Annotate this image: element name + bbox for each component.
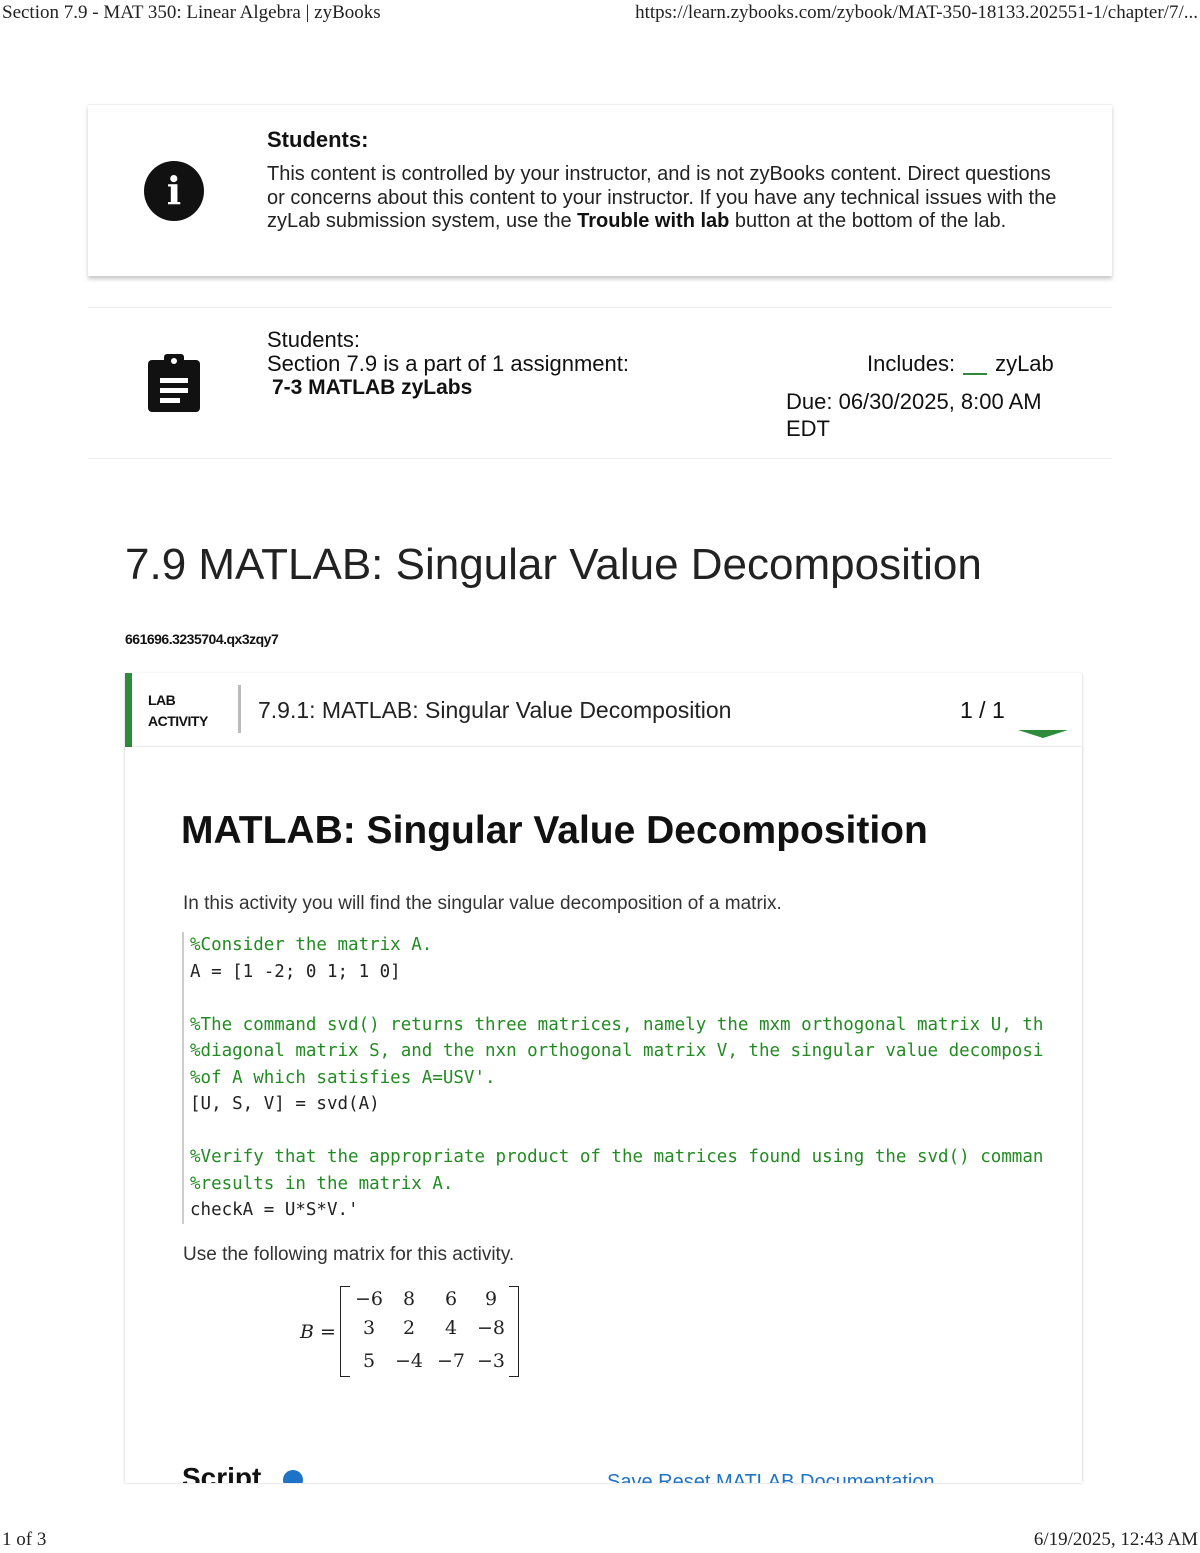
code-line: [U, S, V] = svd(A) [190, 1094, 380, 1114]
code-line-comment: %Verify that the appropriate product of … [190, 1147, 1044, 1167]
assignment-section-text: Section 7.9 is a part of 1 assignment: [267, 351, 629, 376]
instructor-notice-card: i Students: This content is controlled b… [88, 104, 1112, 276]
lab-tag-line-1: LAB [148, 692, 176, 708]
code-line: checkA = U*S*V.' [190, 1200, 359, 1220]
matrix-cell: 5 [362, 1350, 376, 1372]
chevron-down-icon[interactable] [1018, 730, 1068, 738]
help-icon[interactable] [283, 1470, 303, 1483]
lab-activity-body: MATLAB: Singular Value Decomposition In … [125, 747, 1082, 1483]
lab-intro-text: In this activity you will find the singu… [183, 893, 782, 914]
code-line-comment: %Consider the matrix A. [190, 935, 433, 955]
lab-heading: MATLAB: Singular Value Decomposition [181, 809, 928, 852]
matrix-label: B = [300, 1321, 336, 1343]
matlab-code-block: %Consider the matrix A. A = [1 -2; 0 1; 1… [182, 932, 1082, 1224]
code-line: A = [1 -2; 0 1; 1 0] [190, 961, 401, 982]
matrix-cell: 3 [362, 1317, 376, 1339]
assignment-label: Students: [267, 327, 360, 352]
matrix-equals: = [320, 1321, 336, 1343]
matrix-cell: 2 [402, 1317, 416, 1339]
matrix-cell: −7 [436, 1350, 465, 1372]
matrix-cell: 4 [444, 1317, 458, 1339]
matrix-instruction-text: Use the following matrix for this activi… [183, 1244, 515, 1265]
code-line-comment: %The command svd() returns three matrice… [190, 1014, 1044, 1035]
lab-activity-header[interactable]: LAB ACTIVITY 7.9.1: MATLAB: Singular Valu… [125, 673, 1082, 747]
print-header: Section 7.9 - MAT 350: Linear Algebra | … [0, 2, 1200, 26]
notice-body-text-2: button at the bottom of the lab. [729, 210, 1007, 232]
matrix-cell: −8 [476, 1317, 505, 1339]
zylab-indicator-icon [963, 373, 988, 375]
matrix-cell: 8 [402, 1288, 416, 1310]
print-page-title: Section 7.9 - MAT 350: Linear Algebra | … [2, 2, 381, 23]
includes-item: zyLab [995, 351, 1054, 376]
print-datetime: 6/19/2025, 12:43 AM [1033, 1529, 1198, 1550]
notice-title: Students: [267, 127, 369, 152]
matrix-left-bracket [340, 1286, 350, 1377]
info-icon: i [144, 161, 204, 221]
lab-tag-line-2: ACTIVITY [148, 713, 208, 729]
code-line-comment: %results in the matrix A. [190, 1173, 454, 1194]
code-line-comment: %diagonal matrix S, and the nxn orthogon… [190, 1041, 1044, 1061]
script-toolbar-links[interactable]: Save Reset MATLAB Documentation [607, 1471, 935, 1483]
lab-activity-tag: LAB ACTIVITY [148, 690, 208, 732]
code-line-comment: %of A which satisfies A=USV'. [190, 1067, 496, 1088]
assignment-due-date: Due: 06/30/2025, 8:00 AM EDT [786, 389, 1042, 441]
lab-activity-title: 7.9.1: MATLAB: Singular Value Decomposit… [258, 697, 732, 723]
script-heading: Script [182, 1462, 262, 1483]
matrix-cell: −4 [394, 1350, 423, 1372]
matrix-b: −6 8 6 9 3 2 4 −8 5 −4 −7 −3 [350, 1288, 510, 1376]
clipboard-icon [148, 354, 200, 412]
assignment-card: Students: Section 7.9 is a part of 1 ass… [88, 307, 1112, 459]
matrix-cell: −6 [354, 1288, 383, 1310]
includes-label: Includes: [867, 351, 956, 376]
matrix-right-bracket [509, 1286, 519, 1377]
matrix-cell: 6 [444, 1288, 458, 1310]
matrix-name: B [300, 1321, 314, 1343]
lab-activity-count: 1 / 1 [960, 697, 1005, 723]
assignment-name-link[interactable]: 7-3 MATLAB zyLabs [272, 376, 472, 400]
assignment-includes: Includes: zyLab [867, 352, 1054, 376]
matrix-cell: −3 [476, 1350, 505, 1372]
section-code: 661696.3235704.qx3zqy7 [125, 631, 279, 647]
lab-header-divider [238, 685, 241, 733]
print-page-number: 1 of 3 [2, 1529, 47, 1550]
print-page-url: https://learn.zybooks.com/zybook/MAT-350… [635, 2, 1198, 23]
matrix-cell: 9 [484, 1288, 498, 1310]
section-title: 7.9 MATLAB: Singular Value Decomposition [125, 540, 982, 589]
notice-body-bold: Trouble with lab [577, 210, 730, 232]
print-footer: 1 of 3 6/19/2025, 12:43 AM [0, 1529, 1200, 1553]
notice-body: This content is controlled by your instr… [267, 163, 1057, 234]
